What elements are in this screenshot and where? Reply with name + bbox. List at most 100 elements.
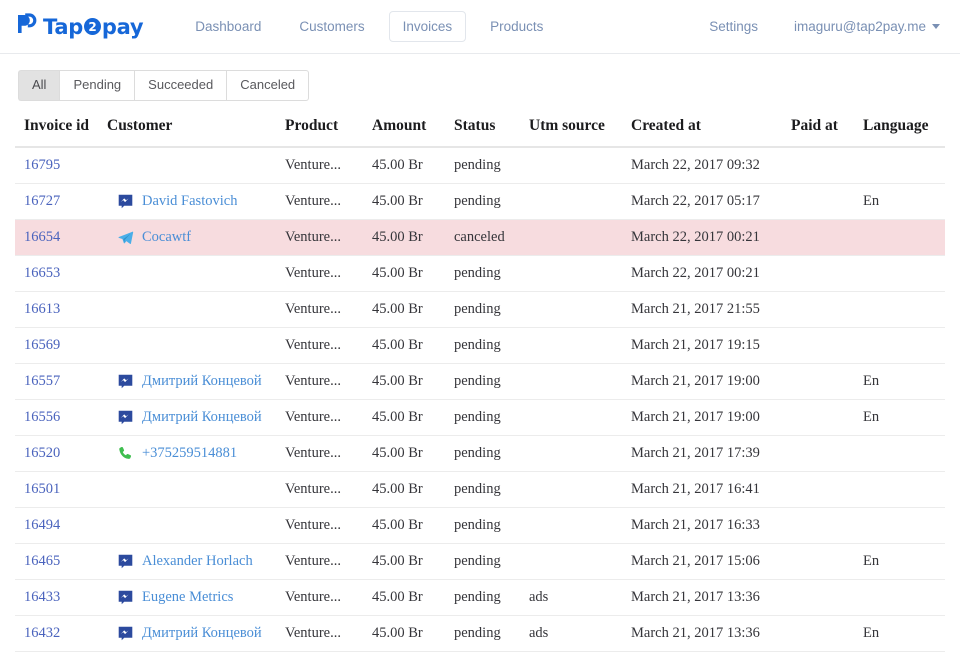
cell-product: Venture... bbox=[285, 471, 372, 507]
invoice-id-link[interactable]: 16501 bbox=[24, 481, 60, 497]
invoice-id-link[interactable]: 16556 bbox=[24, 409, 60, 425]
invoice-id-link[interactable]: 16654 bbox=[24, 229, 60, 245]
cell-paid-at bbox=[791, 543, 863, 579]
cell-customer bbox=[107, 471, 285, 507]
customer-name-link[interactable]: Eugene Metrics bbox=[142, 589, 233, 606]
invoice-id-link[interactable]: 16520 bbox=[24, 445, 60, 461]
cell-invoice-id: 16494 bbox=[15, 507, 107, 543]
cell-language: En bbox=[863, 399, 945, 435]
messenger-icon bbox=[117, 625, 134, 642]
cell-status: pending bbox=[454, 291, 529, 327]
cell-utm-source bbox=[529, 363, 631, 399]
customer-name-link[interactable]: Alexander Horlach bbox=[142, 553, 253, 570]
customer-name-link[interactable]: Дмитрий Концевой bbox=[142, 625, 262, 642]
cell-language: En bbox=[863, 183, 945, 219]
column-header-utm-source[interactable]: Utm source bbox=[529, 117, 631, 147]
nav-right-group: Settings imaguru@tap2pay.me bbox=[695, 11, 944, 42]
cell-customer: Alexander Horlach bbox=[107, 543, 285, 579]
cell-customer: Дмитрий Концевой bbox=[107, 615, 285, 651]
customer-name-link[interactable]: David Fastovich bbox=[142, 193, 237, 210]
filter-tab-pending[interactable]: Pending bbox=[59, 70, 134, 101]
filter-tab-all[interactable]: All bbox=[18, 70, 59, 101]
customer-cell-content: Дмитрий Концевой bbox=[107, 625, 285, 642]
customer-cell-content: Cocawtf bbox=[107, 229, 285, 246]
cell-customer bbox=[107, 147, 285, 184]
table-row[interactable]: 16494Venture...45.00 BrpendingMarch 21, … bbox=[15, 507, 945, 543]
table-row[interactable]: 16795Venture...45.00 BrpendingMarch 22, … bbox=[15, 147, 945, 184]
invoice-id-link[interactable]: 16795 bbox=[24, 157, 60, 173]
column-header-product[interactable]: Product bbox=[285, 117, 372, 147]
column-header-created-at[interactable]: Created at bbox=[631, 117, 791, 147]
cell-language bbox=[863, 255, 945, 291]
column-header-paid-at[interactable]: Paid at bbox=[791, 117, 863, 147]
cell-utm-source: ads bbox=[529, 579, 631, 615]
column-header-amount[interactable]: Amount bbox=[372, 117, 454, 147]
cell-amount: 45.00 Br bbox=[372, 543, 454, 579]
cell-status: pending bbox=[454, 507, 529, 543]
table-row[interactable]: 16727David FastovichVenture...45.00 Brpe… bbox=[15, 183, 945, 219]
cell-product: Venture... bbox=[285, 219, 372, 255]
cell-created-at: March 21, 2017 19:00 bbox=[631, 363, 791, 399]
nav-item-invoices[interactable]: Invoices bbox=[389, 11, 467, 42]
cell-amount: 45.00 Br bbox=[372, 399, 454, 435]
nav-item-dashboard[interactable]: Dashboard bbox=[181, 11, 275, 42]
cell-paid-at bbox=[791, 435, 863, 471]
invoice-id-link[interactable]: 16569 bbox=[24, 337, 60, 353]
filter-tab-canceled[interactable]: Canceled bbox=[226, 70, 309, 101]
user-menu[interactable]: imaguru@tap2pay.me bbox=[772, 12, 944, 41]
table-row[interactable]: 16569Venture...45.00 BrpendingMarch 21, … bbox=[15, 327, 945, 363]
invoice-id-link[interactable]: 16727 bbox=[24, 193, 60, 209]
nav-item-customers[interactable]: Customers bbox=[285, 11, 378, 42]
table-row[interactable]: 16653Venture...45.00 BrpendingMarch 22, … bbox=[15, 255, 945, 291]
nav-item-settings[interactable]: Settings bbox=[695, 11, 772, 42]
table-row[interactable]: 16465Alexander HorlachVenture...45.00 Br… bbox=[15, 543, 945, 579]
customer-name-link[interactable]: Дмитрий Концевой bbox=[142, 373, 262, 390]
column-header-language[interactable]: Language bbox=[863, 117, 945, 147]
cell-customer: David Fastovich bbox=[107, 183, 285, 219]
filter-tab-succeeded[interactable]: Succeeded bbox=[134, 70, 226, 101]
invoice-id-link[interactable]: 16613 bbox=[24, 301, 60, 317]
table-row[interactable]: 16431Venture...45.00 BrpendingMarch 21, … bbox=[15, 651, 945, 655]
table-row[interactable]: 16501Venture...45.00 BrpendingMarch 21, … bbox=[15, 471, 945, 507]
invoice-id-link[interactable]: 16433 bbox=[24, 589, 60, 605]
invoice-id-link[interactable]: 16653 bbox=[24, 265, 60, 281]
customer-empty bbox=[107, 337, 285, 354]
column-header-customer[interactable]: Customer bbox=[107, 117, 285, 147]
table-row[interactable]: 16654CocawtfVenture...45.00 BrcanceledMa… bbox=[15, 219, 945, 255]
cell-utm-source bbox=[529, 147, 631, 184]
cell-amount: 45.00 Br bbox=[372, 327, 454, 363]
brand-logo[interactable]: Tap2pay bbox=[14, 11, 143, 42]
chevron-down-icon bbox=[932, 24, 940, 29]
cell-language bbox=[863, 147, 945, 184]
nav-item-products[interactable]: Products bbox=[476, 11, 557, 42]
table-row[interactable]: 16557Дмитрий КонцевойVenture...45.00 Brp… bbox=[15, 363, 945, 399]
cell-status: pending bbox=[454, 471, 529, 507]
column-header-invoice-id[interactable]: Invoice id bbox=[15, 117, 107, 147]
invoice-id-link[interactable]: 16557 bbox=[24, 373, 60, 389]
table-row[interactable]: 16433Eugene MetricsVenture...45.00 Brpen… bbox=[15, 579, 945, 615]
invoice-id-link[interactable]: 16432 bbox=[24, 625, 60, 641]
cell-amount: 45.00 Br bbox=[372, 255, 454, 291]
cell-status: pending bbox=[454, 399, 529, 435]
invoice-id-link[interactable]: 16494 bbox=[24, 517, 60, 533]
column-header-status[interactable]: Status bbox=[454, 117, 529, 147]
cell-customer: Cocawtf bbox=[107, 219, 285, 255]
table-row[interactable]: 16613Venture...45.00 BrpendingMarch 21, … bbox=[15, 291, 945, 327]
customer-name-link[interactable]: Cocawtf bbox=[142, 229, 191, 246]
cell-created-at: March 21, 2017 16:41 bbox=[631, 471, 791, 507]
customer-name-link[interactable]: +375259514881 bbox=[142, 445, 237, 462]
cell-amount: 45.00 Br bbox=[372, 363, 454, 399]
customer-name-link[interactable]: Дмитрий Концевой bbox=[142, 409, 262, 426]
cell-language: En bbox=[863, 615, 945, 651]
cell-product: Venture... bbox=[285, 291, 372, 327]
table-row[interactable]: 16520+375259514881Venture...45.00 Brpend… bbox=[15, 435, 945, 471]
invoice-id-link[interactable]: 16465 bbox=[24, 553, 60, 569]
table-row[interactable]: 16432Дмитрий КонцевойVenture...45.00 Brp… bbox=[15, 615, 945, 651]
table-row[interactable]: 16556Дмитрий КонцевойVenture...45.00 Brp… bbox=[15, 399, 945, 435]
cell-amount: 45.00 Br bbox=[372, 615, 454, 651]
cell-amount: 45.00 Br bbox=[372, 219, 454, 255]
cell-amount: 45.00 Br bbox=[372, 507, 454, 543]
messenger-icon bbox=[117, 409, 134, 426]
cell-invoice-id: 16520 bbox=[15, 435, 107, 471]
cell-customer: Eugene Metrics bbox=[107, 579, 285, 615]
